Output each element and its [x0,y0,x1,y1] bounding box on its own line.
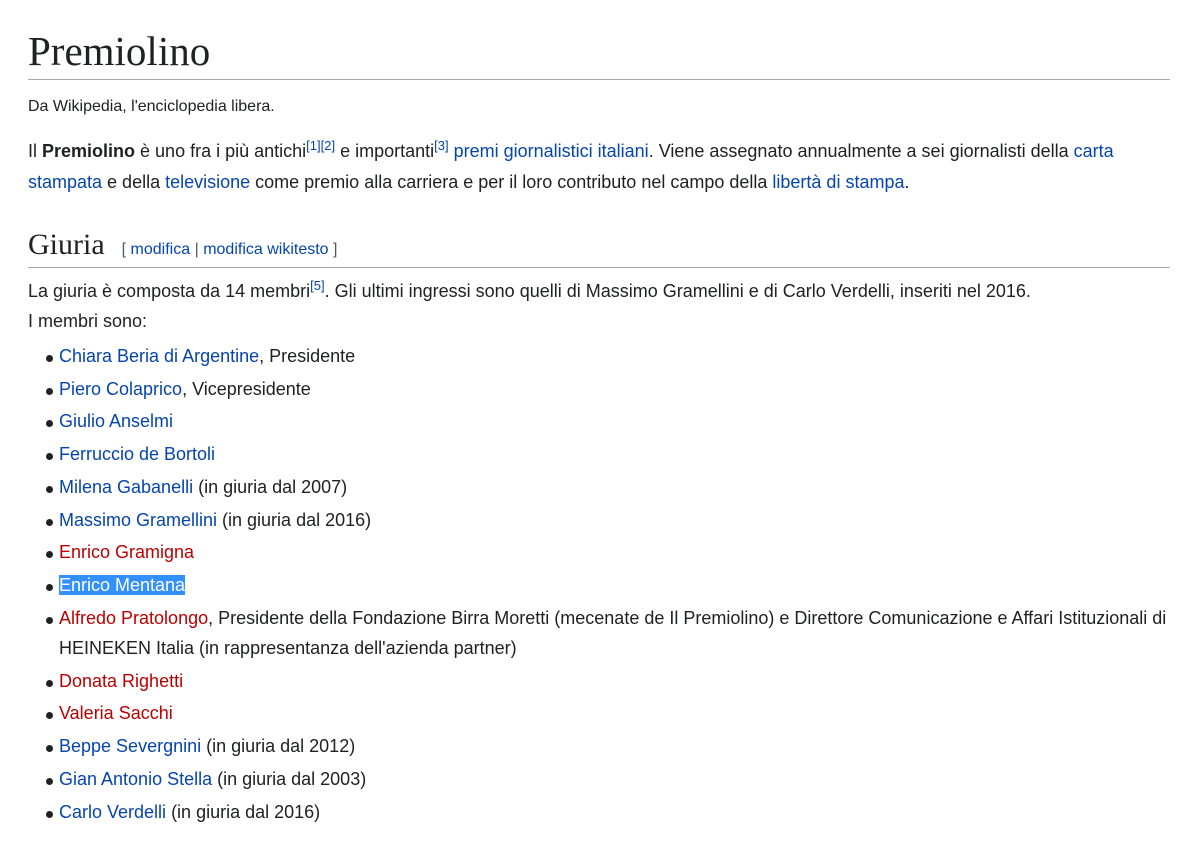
ref-5-link[interactable]: [5] [310,278,324,293]
list-item: Chiara Beria di Argentine, Presidente [46,341,1170,371]
section-heading-giuria: Giuria [ modifica | modifica wikitesto ] [28,227,1170,268]
edit-section-links: [ modifica | modifica wikitesto ] [122,241,338,259]
lead-paragraph: Il Premiolino è uno fra i più antichi[1]… [28,136,1170,198]
list-item: Alfredo Pratolongo, Presidente della Fon… [46,603,1170,663]
lead-bold-title: Premiolino [42,140,136,161]
site-tagline: Da Wikipedia, l'enciclopedia libera. [28,98,275,116]
list-item: Gian Antonio Stella (in giuria dal 2003) [46,764,1170,794]
lead-text-2: è uno fra i più antichi [135,140,307,161]
member-detail: , Vicepresidente [182,378,311,399]
lead-text-6: e della [102,171,166,192]
ref-3: [3] [434,138,448,153]
member-link-missing[interactable]: Alfredo Pratolongo [59,608,208,628]
member-detail: (in giuria dal 2003) [212,768,367,789]
jury-paragraph: La giuria è composta da 14 membri[5]. Gl… [28,276,1170,336]
jury-text-members-intro: I membri sono: [28,310,148,331]
edit-separator: | [194,240,199,258]
link-liberta-di-stampa[interactable]: libertà di stampa [772,172,904,192]
list-item: Valeria Sacchi [46,698,1170,728]
member-link-missing[interactable]: Donata Righetti [59,671,183,691]
member-link-selected[interactable]: Enrico Mentana [59,575,186,596]
member-detail: (in giuria dal 2007) [193,476,348,497]
list-item: Giulio Anselmi [46,406,1170,436]
list-item: Piero Colaprico, Vicepresidente [46,374,1170,404]
member-link[interactable]: Gian Antonio Stella [59,769,212,789]
ref-1-link[interactable]: [1] [306,138,320,153]
list-item: Beppe Severgnini (in giuria dal 2012) [46,731,1170,761]
jury-text-2: . Gli ultimi ingressi sono quelli di Mas… [324,280,1031,301]
member-link[interactable]: Carlo Verdelli [59,802,166,822]
member-detail: , Presidente [259,345,356,366]
member-link-missing[interactable]: Valeria Sacchi [59,703,173,723]
member-detail: (in giuria dal 2016) [166,801,321,822]
lead-text-1: Il [28,140,43,161]
page-title: Premiolino [28,0,1170,81]
lead-text-8: . [904,171,910,192]
member-link[interactable]: Massimo Gramellini [59,510,217,530]
member-detail: , Presidente della Fondazione Birra More… [59,607,1167,658]
edit-bracket-close: ] [333,240,338,258]
member-link-missing[interactable]: Enrico Gramigna [59,542,194,562]
list-item: Enrico Mentana [46,570,1170,600]
member-detail: (in giuria dal 2016) [217,509,372,530]
member-link[interactable]: Milena Gabanelli [59,477,193,497]
member-link[interactable]: Chiara Beria di Argentine [59,346,259,366]
edit-source-link[interactable]: modifica wikitesto [203,241,328,258]
edit-link[interactable]: modifica [131,241,191,258]
ref-3-link[interactable]: [3] [434,138,448,153]
member-detail: (in giuria dal 2012) [201,736,356,757]
list-item: Enrico Gramigna [46,537,1170,567]
member-link[interactable]: Piero Colaprico [59,379,182,399]
list-item: Carlo Verdelli (in giuria dal 2016) [46,797,1170,827]
ref-2-link[interactable]: [2] [321,138,335,153]
section-title: Giuria [28,227,105,261]
member-link[interactable]: Giulio Anselmi [59,411,173,431]
lead-text-5: . Viene assegnato annualmente a sei gior… [648,140,1074,161]
article-page: Premiolino Da Wikipedia, l'enciclopedia … [0,0,1200,827]
member-link[interactable]: Ferruccio de Bortoli [59,444,215,464]
jury-members-list: Chiara Beria di Argentine, Presidente Pi… [28,341,1170,827]
edit-bracket-open: [ [121,240,127,258]
jury-text-1: La giuria è composta da 14 membri [28,280,311,301]
link-premi-giornalistici[interactable]: premi giornalistici italiani [454,141,649,161]
lead-text-3: e importanti [335,140,435,161]
lead-text-7: come premio alla carriera e per il loro … [250,171,773,192]
list-item: Donata Righetti [46,666,1170,696]
link-televisione[interactable]: televisione [165,172,250,192]
list-item: Massimo Gramellini (in giuria dal 2016) [46,505,1170,535]
member-link[interactable]: Beppe Severgnini [59,736,201,756]
list-item: Milena Gabanelli (in giuria dal 2007) [46,472,1170,502]
list-item: Ferruccio de Bortoli [46,439,1170,469]
ref-1: [1][2] [306,138,335,153]
ref-5: [5] [310,278,324,293]
